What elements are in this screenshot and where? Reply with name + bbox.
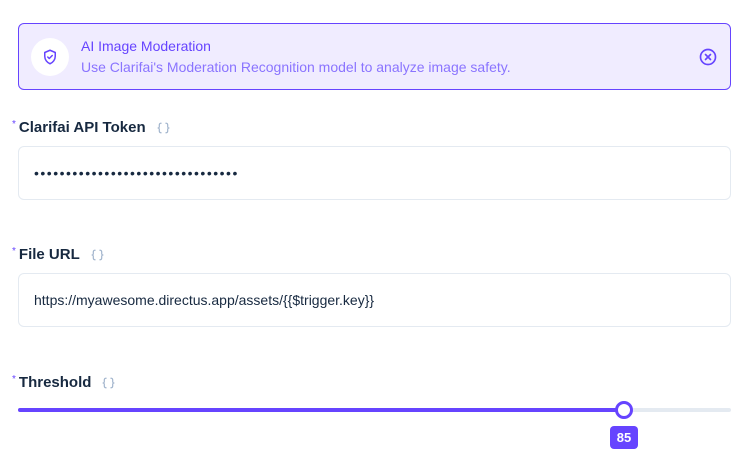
close-icon[interactable] bbox=[698, 47, 718, 67]
notice-title: AI Image Moderation bbox=[81, 38, 211, 54]
threshold-slider[interactable] bbox=[18, 396, 731, 426]
api-token-input[interactable]: •••••••••••••••••••••••••••••••• bbox=[18, 146, 731, 200]
file-url-input[interactable]: https://myawesome.directus.app/assets/{{… bbox=[18, 273, 731, 327]
slider-value-badge: 85 bbox=[610, 426, 638, 449]
braces-icon[interactable] bbox=[101, 377, 116, 389]
required-marker: * bbox=[12, 245, 16, 257]
notice-description: Use Clarifai's Moderation Recognition mo… bbox=[81, 59, 511, 75]
operation-config-panel: AI Image Moderation Use Clarifai's Moder… bbox=[0, 0, 748, 466]
slider-fill bbox=[18, 408, 624, 412]
required-marker: * bbox=[12, 373, 16, 385]
shield-check-icon bbox=[31, 38, 69, 76]
api-token-label: * Clarifai API Token bbox=[12, 119, 171, 136]
threshold-label: * Threshold bbox=[12, 374, 116, 391]
threshold-label-text: Threshold bbox=[18, 374, 92, 391]
braces-icon[interactable] bbox=[156, 122, 171, 134]
file-url-label-text: File URL bbox=[18, 246, 80, 263]
slider-thumb[interactable] bbox=[615, 401, 633, 419]
file-url-label: * File URL bbox=[12, 246, 105, 263]
ai-image-moderation-notice: AI Image Moderation Use Clarifai's Moder… bbox=[18, 23, 731, 90]
api-token-label-text: Clarifai API Token bbox=[18, 119, 146, 136]
required-marker: * bbox=[12, 118, 16, 130]
braces-icon[interactable] bbox=[90, 249, 105, 261]
